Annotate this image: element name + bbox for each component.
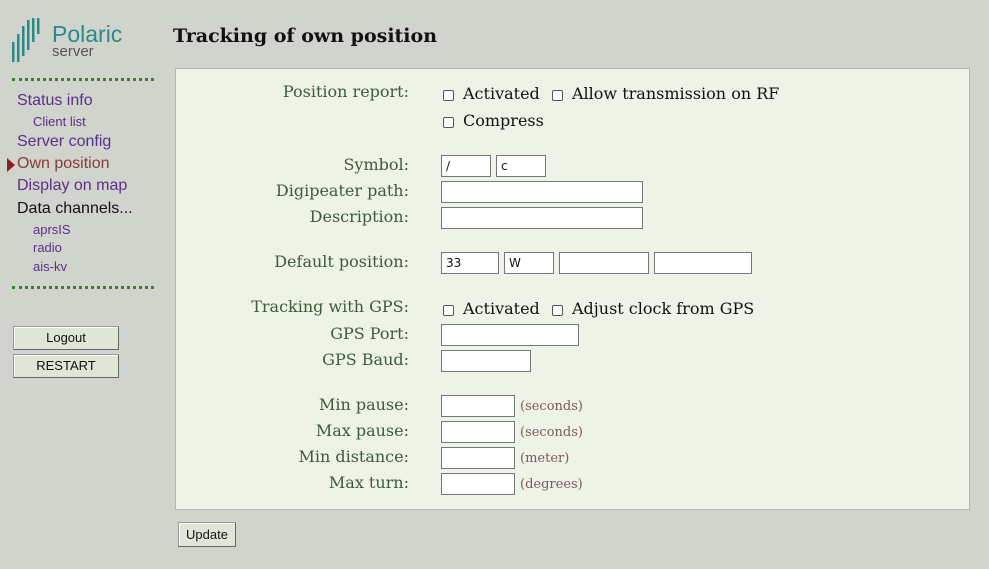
- restart-button[interactable]: RESTART: [13, 354, 119, 378]
- current-page-arrow-icon: [7, 158, 15, 172]
- description-label: Description:: [309, 207, 409, 226]
- logout-button[interactable]: Logout: [13, 326, 119, 350]
- min-pause-label: Min pause:: [318, 395, 409, 414]
- default-position-label: Default position:: [274, 252, 409, 271]
- nav-client-list[interactable]: Client list: [33, 114, 86, 129]
- digipeater-path-label: Digipeater path:: [275, 181, 409, 200]
- nav-status-info[interactable]: Status info: [17, 92, 93, 110]
- gps-port-input[interactable]: [441, 324, 579, 346]
- symbol-label: Symbol:: [343, 155, 409, 174]
- nav-display-on-map[interactable]: Display on map: [17, 177, 127, 195]
- gps-port-label: GPS Port:: [330, 324, 409, 343]
- logo-subtitle: server: [52, 43, 94, 60]
- allow-rf-label: Allow transmission on RF: [572, 84, 780, 103]
- sidebar: Polaric server Status info Client list S…: [0, 0, 160, 569]
- compress-checkbox[interactable]: [443, 117, 454, 128]
- max-turn-label: Max turn:: [328, 473, 409, 492]
- nav-channel-ais-kv[interactable]: ais-kv: [33, 259, 67, 274]
- description-input[interactable]: [441, 207, 643, 229]
- tracking-gps-label: Tracking with GPS:: [251, 297, 409, 316]
- adjust-clock-checkbox[interactable]: [552, 305, 563, 316]
- min-pause-input[interactable]: [441, 395, 515, 417]
- min-distance-input[interactable]: [441, 447, 515, 469]
- northing-input[interactable]: [654, 252, 752, 274]
- gps-activated-label: Activated: [463, 299, 540, 318]
- compress-label: Compress: [463, 111, 544, 130]
- utm-band-input[interactable]: [504, 252, 554, 274]
- gps-baud-input[interactable]: [441, 350, 531, 372]
- min-distance-unit: (meter): [520, 451, 570, 466]
- nav-own-position[interactable]: Own position: [17, 155, 110, 173]
- divider: [12, 78, 154, 81]
- position-report-activated-label: Activated: [463, 84, 540, 103]
- max-pause-input[interactable]: [441, 421, 515, 443]
- nav-data-channels-heading: Data channels...: [17, 200, 133, 217]
- min-pause-unit: (seconds): [520, 399, 583, 414]
- max-pause-unit: (seconds): [520, 425, 583, 440]
- min-distance-label: Min distance:: [298, 447, 409, 466]
- gps-activated-checkbox[interactable]: [443, 305, 454, 316]
- position-report-activated-checkbox[interactable]: [443, 90, 454, 101]
- nav-channel-aprsis[interactable]: aprsIS: [33, 222, 71, 237]
- symbol-table-input[interactable]: [441, 155, 491, 177]
- easting-input[interactable]: [559, 252, 649, 274]
- allow-rf-checkbox[interactable]: [552, 90, 563, 101]
- settings-form: Position report: Activated Allow transmi…: [175, 68, 970, 510]
- polaric-logo: Polaric server: [10, 16, 140, 68]
- gps-baud-label: GPS Baud:: [322, 350, 409, 369]
- max-pause-label: Max pause:: [315, 421, 409, 440]
- nav-server-config[interactable]: Server config: [17, 133, 111, 151]
- max-turn-input[interactable]: [441, 473, 515, 495]
- divider: [12, 286, 154, 289]
- page-title: Tracking of own position: [173, 25, 438, 47]
- max-turn-unit: (degrees): [520, 477, 583, 492]
- utm-zone-input[interactable]: [441, 252, 499, 274]
- adjust-clock-label: Adjust clock from GPS: [572, 299, 755, 318]
- digipeater-path-input[interactable]: [441, 181, 643, 203]
- update-button[interactable]: Update: [178, 522, 236, 547]
- position-report-label: Position report:: [282, 82, 409, 101]
- symbol-input[interactable]: [496, 155, 546, 177]
- antenna-bars-icon: [12, 18, 40, 62]
- nav-channel-radio[interactable]: radio: [33, 240, 62, 255]
